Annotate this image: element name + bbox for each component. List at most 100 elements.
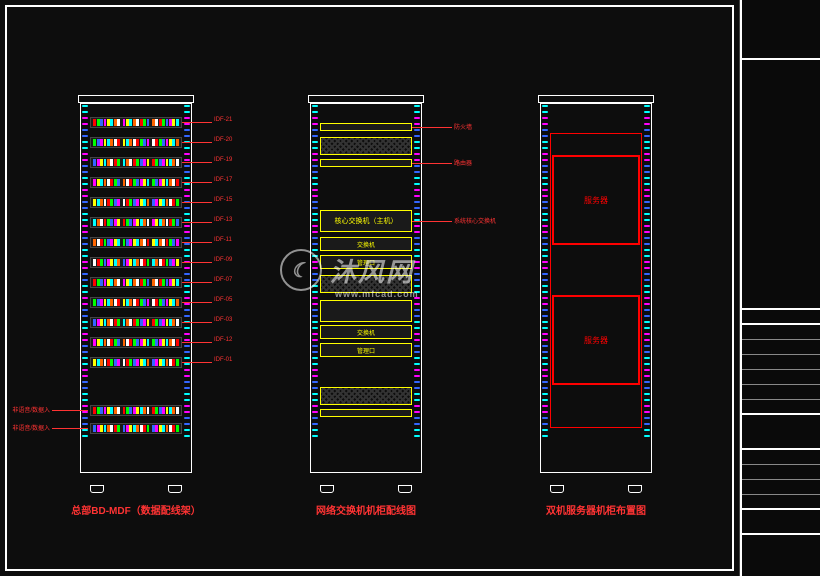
label-router: 路由器 [412, 163, 452, 164]
rail-tick [644, 333, 650, 335]
rail-tick [414, 327, 420, 329]
rail-tick [414, 159, 420, 161]
rail-tick [82, 231, 88, 233]
rail-tick [414, 171, 420, 173]
rail-tick [542, 435, 548, 437]
rail-tick [542, 291, 548, 293]
rail-tick [184, 309, 190, 311]
rail-tick [184, 417, 190, 419]
rail-tick [82, 201, 88, 203]
rail-tick [414, 195, 420, 197]
rail-tick [644, 267, 650, 269]
label-core: 系统核心交换机 [412, 221, 452, 222]
rack-feet [90, 485, 182, 493]
rail-tick [414, 225, 420, 227]
rail-tick [312, 339, 318, 341]
rail-tick [312, 405, 318, 407]
rail-tick [542, 339, 548, 341]
rail-tick [542, 111, 548, 113]
rail-tick [312, 201, 318, 203]
rail-tick [644, 291, 650, 293]
patch-panel [90, 157, 182, 168]
router-panel [320, 159, 412, 167]
core-switch-2 [320, 300, 412, 322]
rail-tick [312, 123, 318, 125]
rail-tick [184, 153, 190, 155]
rail-tick [82, 171, 88, 173]
label-idf-21: IDF-21 [182, 122, 212, 123]
rail-tick [414, 237, 420, 239]
label-voice: 非语音/数据入 [52, 428, 88, 429]
rail-tick [414, 321, 420, 323]
rail-right [644, 105, 650, 475]
rail-tick [312, 111, 318, 113]
rack-feet [320, 485, 412, 493]
rail-tick [312, 165, 318, 167]
rail-tick [644, 345, 650, 347]
rail-tick [542, 351, 548, 353]
rail-tick [542, 357, 548, 359]
rail-tick [414, 393, 420, 395]
rail-tick [312, 147, 318, 149]
patch-panel [90, 317, 182, 328]
rail-tick [542, 225, 548, 227]
rail-tick [644, 375, 650, 377]
label-idf-19: IDF-19 [182, 162, 212, 163]
rail-tick [414, 357, 420, 359]
rail-tick [644, 279, 650, 281]
rail-tick [312, 261, 318, 263]
rail-tick [542, 255, 548, 257]
rail-tick [644, 195, 650, 197]
firewall-panel [320, 123, 412, 131]
rail-tick [414, 255, 420, 257]
rail-tick [312, 225, 318, 227]
rail-tick [82, 117, 88, 119]
rail-left [542, 105, 548, 475]
drawing-canvas[interactable]: 总部BD-MDF（数据配线架） IDF-21IDF-20IDF-19IDF-17… [0, 0, 740, 576]
rack-title: 网络交换机机柜配线图 [290, 502, 442, 517]
rail-tick [82, 105, 88, 107]
rail-tick [82, 279, 88, 281]
rail-tick [312, 189, 318, 191]
patch-panel [90, 177, 182, 188]
rail-tick [542, 297, 548, 299]
rail-tick [82, 249, 88, 251]
rail-tick [644, 387, 650, 389]
rail-tick [644, 219, 650, 221]
rail-tick [542, 135, 548, 137]
rail-tick [542, 423, 548, 425]
label-idf-20: IDF-20 [182, 142, 212, 143]
rail-tick [82, 411, 88, 413]
patch-panel [90, 297, 182, 308]
rail-tick [542, 411, 548, 413]
rail-tick [542, 393, 548, 395]
rail-tick [644, 207, 650, 209]
rail-tick [542, 417, 548, 419]
rail-tick [644, 339, 650, 341]
rail-tick [184, 225, 190, 227]
rail-tick [542, 375, 548, 377]
rail-tick [644, 249, 650, 251]
rail-tick [184, 357, 190, 359]
rail-tick [414, 141, 420, 143]
rail-tick [82, 213, 88, 215]
rail-tick [542, 327, 548, 329]
rail-tick [644, 417, 650, 419]
rail-tick [542, 117, 548, 119]
rail-tick [414, 201, 420, 203]
rail-tick [312, 417, 318, 419]
rail-tick [644, 411, 650, 413]
rail-tick [184, 345, 190, 347]
rail-tick [644, 237, 650, 239]
rail-tick [414, 111, 420, 113]
rail-tick [312, 135, 318, 137]
label-firewall: 防火墙 [412, 127, 452, 128]
rail-tick [312, 327, 318, 329]
rail-tick [414, 105, 420, 107]
rail-tick [542, 147, 548, 149]
rail-tick [184, 123, 190, 125]
rail-tick [414, 153, 420, 155]
rail-tick [644, 273, 650, 275]
rail-tick [312, 315, 318, 317]
rail-tick [184, 249, 190, 251]
